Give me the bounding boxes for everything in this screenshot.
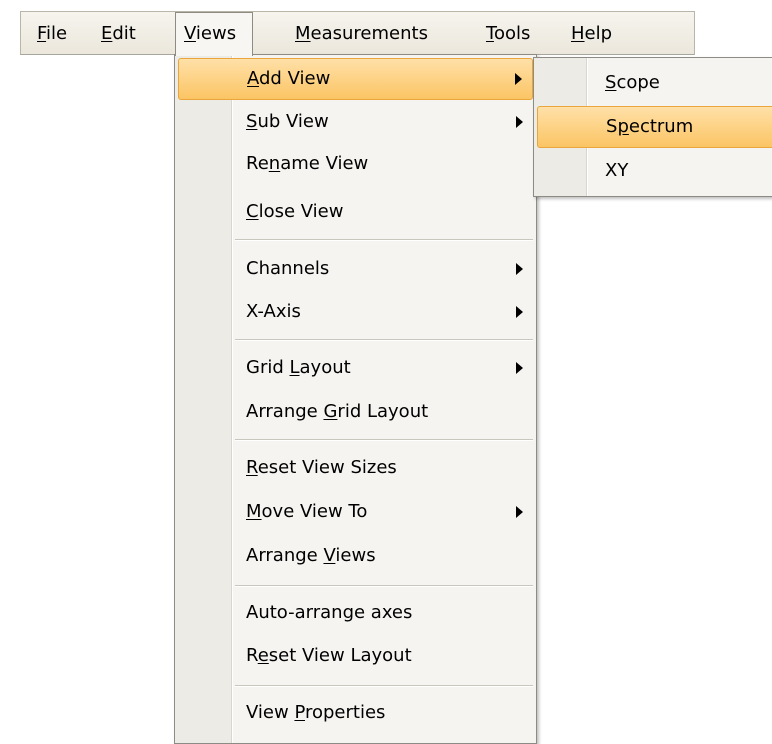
menu-item-add-view[interactable]: Add View xyxy=(178,58,533,100)
menu-separator xyxy=(235,685,533,687)
menu-edit[interactable]: Edit xyxy=(93,12,144,55)
views-dropdown-menu: Add View Sub View Rename View Close View… xyxy=(174,54,537,744)
submenu-arrow-icon xyxy=(515,73,522,85)
menu-separator xyxy=(235,439,533,441)
menu-item-grid-layout[interactable]: Grid Layout xyxy=(178,347,533,389)
add-view-submenu: Scope Spectrum XY xyxy=(533,57,772,197)
menu-item-auto-arrange-axes[interactable]: Auto-arrange axes xyxy=(178,592,533,634)
menu-item-sub-view[interactable]: Sub View xyxy=(178,101,533,143)
menu-item-channels[interactable]: Channels xyxy=(178,248,533,290)
menu-item-move-view-to[interactable]: Move View To xyxy=(178,491,533,533)
submenu-arrow-icon xyxy=(516,116,523,128)
menu-views[interactable]: Views xyxy=(175,12,253,56)
menu-help[interactable]: Help xyxy=(563,12,620,55)
submenu-item-spectrum[interactable]: Spectrum xyxy=(537,106,772,148)
submenu-item-scope[interactable]: Scope xyxy=(537,62,772,104)
menu-item-close-view[interactable]: Close View xyxy=(178,191,533,233)
submenu-arrow-icon xyxy=(516,506,523,518)
menu-measurements[interactable]: Measurements xyxy=(287,12,436,55)
menu-separator xyxy=(235,239,533,241)
menu-item-arrange-grid-layout[interactable]: Arrange Grid Layout xyxy=(178,391,533,433)
submenu-arrow-icon xyxy=(516,306,523,318)
submenu-arrow-icon xyxy=(516,263,523,275)
menu-separator xyxy=(235,585,533,587)
menu-item-x-axis[interactable]: X-Axis xyxy=(178,291,533,333)
submenu-arrow-icon xyxy=(516,362,523,374)
menu-item-arrange-views[interactable]: Arrange Views xyxy=(178,535,533,577)
menu-file[interactable]: File xyxy=(29,12,75,55)
menu-item-reset-view-layout[interactable]: Reset View Layout xyxy=(178,635,533,677)
menu-separator xyxy=(235,339,533,341)
menu-item-reset-view-sizes[interactable]: Reset View Sizes xyxy=(178,447,533,489)
menu-tools[interactable]: Tools xyxy=(478,12,538,55)
menu-item-rename-view[interactable]: Rename View xyxy=(178,143,533,185)
submenu-item-xy[interactable]: XY xyxy=(537,150,772,192)
menu-item-view-properties[interactable]: View Properties xyxy=(178,692,533,734)
menu-bar: File Edit Views Measurements Tools Help xyxy=(20,11,695,56)
